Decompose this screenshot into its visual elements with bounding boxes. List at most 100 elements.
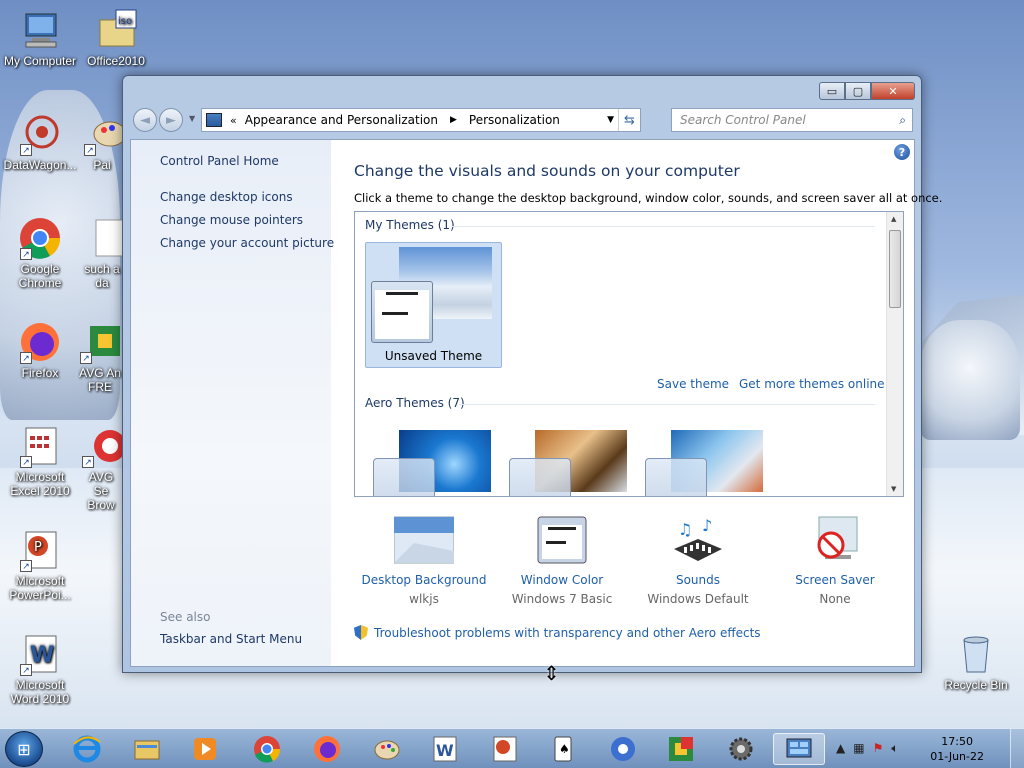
- option-window-color[interactable]: Window Color Windows 7 Basic: [492, 515, 632, 606]
- search-icon[interactable]: ⌕: [899, 113, 906, 128]
- address-bar[interactable]: « Appearance and Personalization ▶ Perso…: [201, 108, 641, 132]
- desktop-icon-label: such a da: [84, 262, 120, 290]
- control-panel-icon[interactable]: [773, 733, 825, 765]
- link-change-mouse-pointers[interactable]: Change mouse pointers: [160, 213, 303, 227]
- desktop-icon-word[interactable]: W ↗ Microsoft Word 2010: [0, 632, 80, 706]
- forward-button[interactable]: ►: [159, 108, 183, 132]
- theme-list[interactable]: My Themes (1) Unsaved Theme Save theme G…: [354, 211, 904, 497]
- scroll-thumb[interactable]: [889, 230, 901, 308]
- shortcut-arrow-icon: ↗: [20, 560, 32, 572]
- troubleshoot-link[interactable]: Troubleshoot problems with transparency …: [354, 625, 761, 640]
- svg-text:♪: ♪: [702, 516, 712, 535]
- desktop-icon-datawagon[interactable]: ↗ DataWagon...: [0, 112, 80, 172]
- media-player-icon[interactable]: [188, 733, 222, 765]
- save-theme-link[interactable]: Save theme: [657, 377, 729, 391]
- resize-cursor-icon: ⇕: [543, 661, 560, 685]
- help-icon[interactable]: ?: [894, 144, 910, 160]
- word-icon: W ↗: [18, 632, 62, 676]
- internet-explorer-icon[interactable]: [70, 733, 104, 765]
- desktop-icon-label: Microsoft Word 2010: [10, 678, 70, 706]
- scroll-down-icon[interactable]: ▼: [891, 485, 896, 493]
- volume-icon[interactable]: 🔈︎: [891, 741, 898, 756]
- breadcrumb-personalization[interactable]: Personalization: [469, 113, 560, 127]
- file-explorer-icon[interactable]: [130, 733, 164, 765]
- theme-windows-7[interactable]: [369, 430, 491, 496]
- sounds-icon: ♫ ♪: [668, 515, 728, 565]
- desktop-icon-my-computer[interactable]: My Computer: [0, 8, 80, 68]
- desktop-icon-office2010[interactable]: iso Office2010: [76, 8, 156, 68]
- option-title: Desktop Background: [361, 573, 487, 587]
- minimize-button[interactable]: ▭: [819, 82, 845, 100]
- desktop-icon-chrome[interactable]: ↗ Google Chrome: [0, 216, 80, 290]
- powerpoint-icon: P ↗: [18, 528, 62, 572]
- avg-icon[interactable]: [664, 733, 698, 765]
- start-button[interactable]: ⊞: [5, 731, 43, 767]
- clock-time: 17:50: [941, 735, 973, 748]
- desktop-icon-excel[interactable]: ↗ Microsoft Excel 2010: [0, 424, 80, 498]
- search-input[interactable]: Search Control Panel ⌕: [671, 108, 913, 132]
- shortcut-arrow-icon: ↗: [20, 664, 32, 676]
- troubleshoot-label: Troubleshoot problems with transparency …: [374, 625, 761, 640]
- datawagon-icon: ↗: [18, 112, 62, 156]
- control-panel-icon: [206, 113, 222, 127]
- option-sounds[interactable]: ♫ ♪ Sounds Windows Default: [628, 515, 768, 606]
- desktop-icon-document[interactable]: such a da: [82, 216, 122, 290]
- theme-characters[interactable]: [641, 430, 763, 496]
- address-dropdown-icon[interactable]: ▼: [607, 115, 614, 125]
- excel-icon: ↗: [18, 424, 62, 468]
- desktop-icon-powerpoint[interactable]: P ↗ Microsoft PowerPoi...: [0, 528, 80, 602]
- maximize-button[interactable]: ▢: [845, 82, 871, 100]
- option-title: Window Color: [520, 573, 604, 587]
- address-overflow[interactable]: «: [230, 114, 237, 127]
- option-desktop-background[interactable]: Desktop Background wlkjs: [354, 515, 494, 606]
- desktop-icon-label: DataWagon...: [3, 158, 77, 172]
- word-icon[interactable]: W: [428, 733, 462, 765]
- close-button[interactable]: ✕: [871, 82, 915, 100]
- link-control-panel-home[interactable]: Control Panel Home: [160, 154, 279, 168]
- show-hidden-icons-icon[interactable]: ▲: [836, 741, 845, 756]
- link-change-account-picture[interactable]: Change your account picture: [160, 236, 334, 250]
- powerpoint-icon[interactable]: [488, 733, 522, 765]
- svg-text:P: P: [34, 540, 42, 555]
- link-change-desktop-icons[interactable]: Change desktop icons: [160, 190, 293, 204]
- breadcrumb-chevron-icon[interactable]: ▶: [450, 115, 457, 125]
- desktop-icon-firefox[interactable]: ↗ Firefox: [0, 320, 80, 380]
- desktop-icon-avg-antivirus[interactable]: ↗ AVG An FRE: [78, 320, 122, 394]
- desktop-icon-label: AVG An FRE: [79, 366, 121, 394]
- paint-icon: ↗: [82, 112, 122, 156]
- chrome-icon[interactable]: [250, 733, 284, 765]
- action-center-icon[interactable]: ⚑: [873, 741, 884, 756]
- svg-text:W: W: [436, 741, 454, 760]
- shortcut-arrow-icon: ↗: [80, 352, 92, 364]
- firefox-icon[interactable]: [310, 733, 344, 765]
- document-icon: [82, 216, 122, 260]
- paint-icon[interactable]: [370, 733, 404, 765]
- scroll-up-icon[interactable]: ▲: [891, 215, 896, 223]
- aero-themes-header: Aero Themes (7): [365, 396, 465, 410]
- option-screen-saver[interactable]: Screen Saver None: [765, 515, 905, 606]
- clock[interactable]: 17:50 01-Jun-22: [930, 734, 984, 764]
- personalization-window[interactable]: ▭ ▢ ✕ ◄ ► ▼ « Appearance and Personaliza…: [122, 75, 942, 673]
- refresh-icon[interactable]: ⇆: [618, 109, 640, 131]
- option-subtitle: wlkjs: [409, 592, 439, 606]
- get-more-themes-link[interactable]: Get more themes online: [739, 377, 885, 391]
- desktop-icon-recycle-bin[interactable]: Recycle Bin: [936, 632, 1016, 692]
- desktop-icon-paint[interactable]: ↗ Pai: [82, 112, 122, 172]
- network-icon[interactable]: ▦: [853, 741, 864, 756]
- link-taskbar-start-menu[interactable]: Taskbar and Start Menu: [160, 632, 302, 646]
- search-placeholder: Search Control Panel: [680, 113, 806, 127]
- solitaire-icon[interactable]: ♠: [546, 733, 580, 765]
- theme-list-scrollbar[interactable]: ▲ ▼: [886, 212, 903, 496]
- desktop-icon-label: Office2010: [87, 54, 145, 68]
- media-center-icon[interactable]: [606, 733, 640, 765]
- breadcrumb-appearance[interactable]: Appearance and Personalization: [245, 113, 438, 127]
- theme-unsaved[interactable]: Unsaved Theme: [365, 242, 502, 368]
- desktop-icon-avg-browser[interactable]: ↗ AVG Se Brow: [80, 424, 122, 512]
- theme-architecture[interactable]: [505, 430, 627, 496]
- clock-date: 01-Jun-22: [930, 750, 984, 763]
- show-desktop-button[interactable]: [1010, 729, 1024, 768]
- back-button[interactable]: ◄: [133, 108, 157, 132]
- recent-pages-chevron-icon[interactable]: ▼: [189, 114, 195, 123]
- settings-icon[interactable]: [724, 733, 758, 765]
- caption-buttons: ▭ ▢ ✕: [819, 82, 915, 100]
